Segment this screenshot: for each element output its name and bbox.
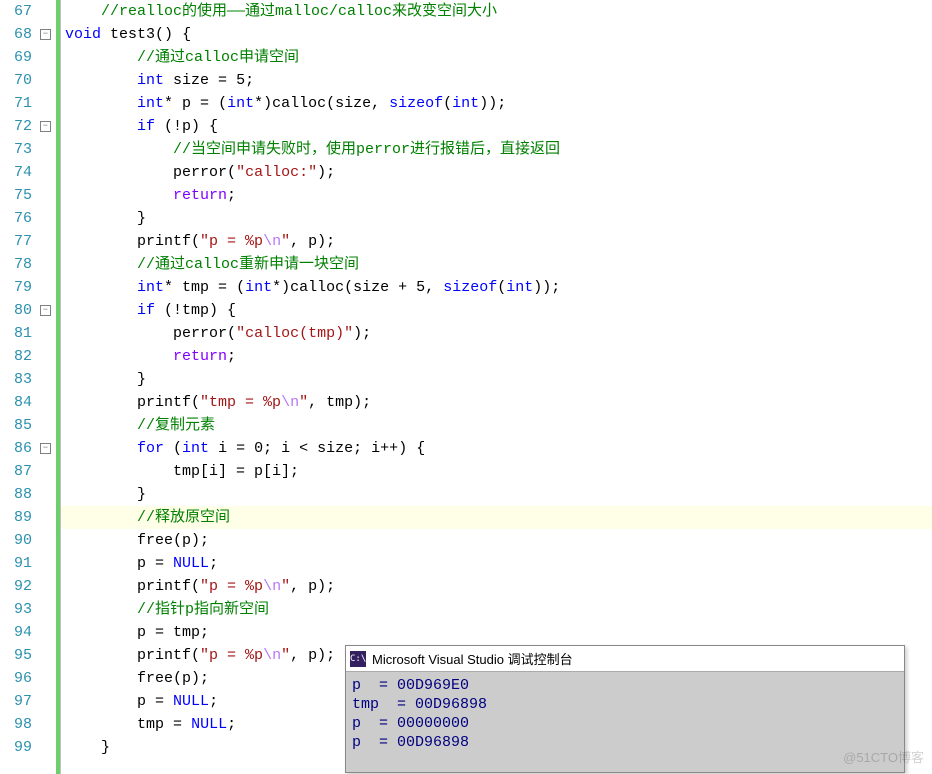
console-titlebar[interactable]: C:\ Microsoft Visual Studio 调试控制台 xyxy=(346,646,904,672)
line-number: 97 xyxy=(0,690,32,713)
code-line[interactable]: perror("calloc:"); xyxy=(61,161,932,184)
line-number: 99 xyxy=(0,736,32,759)
code-line[interactable]: } xyxy=(61,368,932,391)
code-line[interactable]: p = tmp; xyxy=(61,621,932,644)
console-output: p = 00D969E0 tmp = 00D96898 p = 00000000… xyxy=(346,672,904,756)
code-line[interactable]: void test3() { xyxy=(61,23,932,46)
line-number: 98 xyxy=(0,713,32,736)
code-line[interactable]: int size = 5; xyxy=(61,69,932,92)
line-number: 76 xyxy=(0,207,32,230)
vs-icon: C:\ xyxy=(350,651,366,667)
code-line[interactable]: //通过calloc申请空间 xyxy=(61,46,932,69)
line-number: 90 xyxy=(0,529,32,552)
code-line[interactable]: if (!p) { xyxy=(61,115,932,138)
code-line[interactable]: tmp[i] = p[i]; xyxy=(61,460,932,483)
line-number: 67 xyxy=(0,0,32,23)
code-line[interactable]: free(p); xyxy=(61,529,932,552)
code-line[interactable]: //realloc的使用——通过malloc/calloc来改变空间大小 xyxy=(61,0,932,23)
code-line[interactable]: return; xyxy=(61,345,932,368)
fold-toggle[interactable]: − xyxy=(40,29,51,40)
line-number: 68 xyxy=(0,23,32,46)
code-line[interactable]: perror("calloc(tmp)"); xyxy=(61,322,932,345)
line-number: 83 xyxy=(0,368,32,391)
code-line[interactable]: } xyxy=(61,483,932,506)
line-number: 80 xyxy=(0,299,32,322)
code-line[interactable]: printf("tmp = %p\n", tmp); xyxy=(61,391,932,414)
line-number: 73 xyxy=(0,138,32,161)
code-line[interactable]: //释放原空间 xyxy=(61,506,932,529)
line-number-gutter: 6768697071727374757677787980818283848586… xyxy=(0,0,38,774)
fold-toggle[interactable]: − xyxy=(40,121,51,132)
code-line[interactable]: printf("p = %p\n", p); xyxy=(61,575,932,598)
code-line[interactable]: printf("p = %p\n", p); xyxy=(61,230,932,253)
code-line[interactable]: int* tmp = (int*)calloc(size + 5, sizeof… xyxy=(61,276,932,299)
fold-toggle[interactable]: − xyxy=(40,305,51,316)
line-number: 74 xyxy=(0,161,32,184)
line-number: 96 xyxy=(0,667,32,690)
line-number: 71 xyxy=(0,92,32,115)
line-number: 72 xyxy=(0,115,32,138)
line-number: 85 xyxy=(0,414,32,437)
line-number: 91 xyxy=(0,552,32,575)
line-number: 95 xyxy=(0,644,32,667)
code-line[interactable]: for (int i = 0; i < size; i++) { xyxy=(61,437,932,460)
line-number: 89 xyxy=(0,506,32,529)
code-line[interactable]: //复制元素 xyxy=(61,414,932,437)
code-line[interactable]: return; xyxy=(61,184,932,207)
code-line[interactable]: //通过calloc重新申请一块空间 xyxy=(61,253,932,276)
line-number: 94 xyxy=(0,621,32,644)
line-number: 92 xyxy=(0,575,32,598)
line-number: 93 xyxy=(0,598,32,621)
fold-column: − − − − xyxy=(38,0,56,774)
code-line[interactable]: p = NULL; xyxy=(61,552,932,575)
line-number: 77 xyxy=(0,230,32,253)
line-number: 88 xyxy=(0,483,32,506)
line-number: 69 xyxy=(0,46,32,69)
code-line[interactable]: //当空间申请失败时，使用perror进行报错后，直接返回 xyxy=(61,138,932,161)
console-title-text: Microsoft Visual Studio 调试控制台 xyxy=(372,649,573,668)
line-number: 70 xyxy=(0,69,32,92)
line-number: 87 xyxy=(0,460,32,483)
watermark-text: @51CTO博客 xyxy=(843,747,924,766)
line-number: 75 xyxy=(0,184,32,207)
line-number: 79 xyxy=(0,276,32,299)
line-number: 81 xyxy=(0,322,32,345)
fold-toggle[interactable]: − xyxy=(40,443,51,454)
code-line[interactable]: } xyxy=(61,207,932,230)
debug-console-window: C:\ Microsoft Visual Studio 调试控制台 p = 00… xyxy=(345,645,905,773)
line-number: 84 xyxy=(0,391,32,414)
line-number: 82 xyxy=(0,345,32,368)
line-number: 78 xyxy=(0,253,32,276)
line-number: 86 xyxy=(0,437,32,460)
code-line[interactable]: int* p = (int*)calloc(size, sizeof(int))… xyxy=(61,92,932,115)
code-line[interactable]: if (!tmp) { xyxy=(61,299,932,322)
code-line[interactable]: //指针p指向新空间 xyxy=(61,598,932,621)
